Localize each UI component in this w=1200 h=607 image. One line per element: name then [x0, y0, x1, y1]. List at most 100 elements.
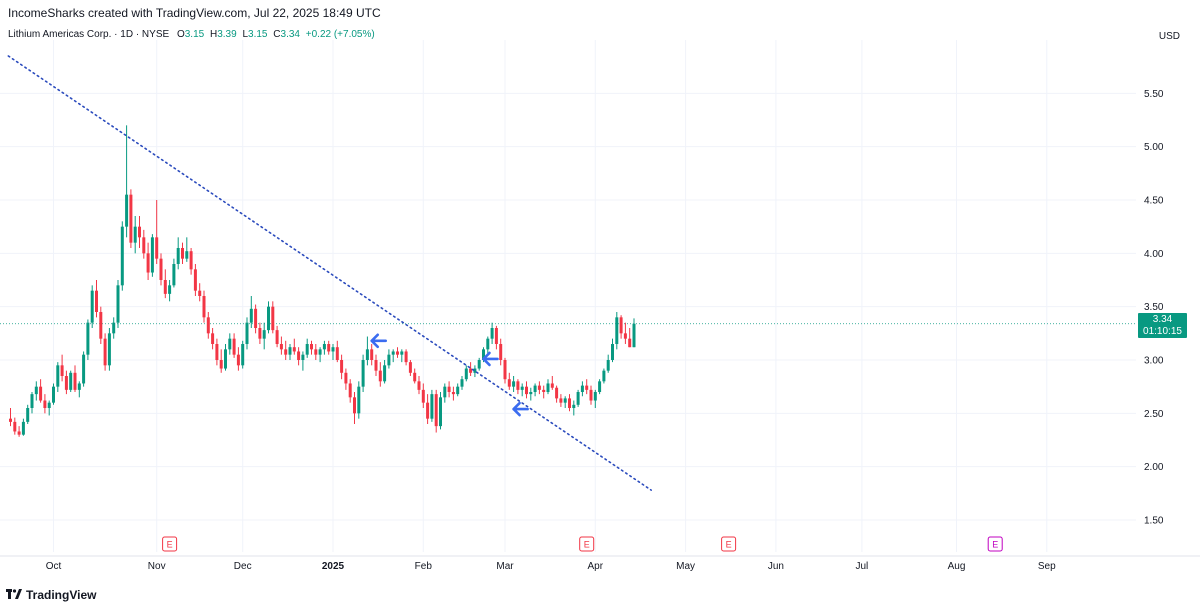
- candle-body: [52, 386, 55, 403]
- candle-body: [129, 194, 133, 243]
- tradingview-brand: TradingView: [6, 588, 96, 602]
- candle-body: [172, 264, 176, 286]
- candle-body: [421, 389, 425, 403]
- x-tick-label: May: [676, 561, 695, 572]
- candle-body: [271, 306, 275, 331]
- candle-body: [219, 360, 223, 369]
- candle-body: [279, 344, 283, 350]
- candle-body: [288, 347, 292, 355]
- candle-body: [464, 368, 468, 380]
- candle-body: [9, 418, 12, 422]
- candle-body: [340, 360, 344, 373]
- candle-body: [318, 349, 322, 355]
- arrow-left-icon: [482, 351, 499, 367]
- candle-body: [305, 344, 309, 355]
- x-tick-label: Jun: [768, 561, 784, 572]
- candle-body: [159, 258, 163, 280]
- x-tick-label: Feb: [415, 561, 433, 572]
- candle-body: [606, 360, 610, 371]
- x-tick-label: Sep: [1038, 561, 1056, 572]
- candle-body: [90, 290, 94, 323]
- candle-body: [490, 328, 494, 339]
- x-tick-label: Apr: [588, 561, 604, 572]
- candle-body: [120, 226, 124, 286]
- tradingview-wordmark: TradingView: [26, 588, 97, 602]
- candle-body: [314, 349, 318, 355]
- candle-body: [391, 351, 395, 355]
- candle-body: [146, 253, 150, 273]
- candle-body: [486, 338, 490, 350]
- candle-body: [30, 394, 34, 408]
- candle-body: [365, 349, 369, 360]
- candle-body: [327, 344, 331, 352]
- candle-body: [284, 349, 288, 355]
- tradingview-logo-icon: [6, 588, 22, 602]
- y-tick-label: 4.00: [1144, 249, 1164, 260]
- candle-body: [533, 385, 537, 392]
- candle-body: [404, 351, 408, 363]
- candle-body: [576, 392, 580, 405]
- candle-body: [623, 333, 627, 339]
- candle-body: [236, 354, 240, 366]
- y-tick-label: 4.50: [1144, 196, 1164, 207]
- candle-body: [73, 372, 77, 390]
- candle-body: [430, 394, 434, 419]
- candle-body: [335, 347, 339, 360]
- y-tick-label: 2.50: [1144, 409, 1164, 420]
- candle-body: [417, 381, 421, 390]
- candle-body: [301, 354, 305, 360]
- candle-body: [525, 386, 528, 395]
- candle-body: [77, 383, 81, 390]
- candle-body: [86, 322, 90, 355]
- candle-body: [572, 404, 576, 408]
- candle-body: [460, 379, 464, 387]
- y-tick-label: 1.50: [1144, 516, 1164, 527]
- candle-body: [529, 392, 533, 395]
- candle-body: [520, 386, 524, 390]
- candle-body: [224, 349, 227, 369]
- candle-body: [176, 248, 180, 264]
- candle-body: [39, 386, 43, 401]
- candle-body: [439, 397, 442, 427]
- candle-body: [103, 338, 107, 366]
- candle-body: [580, 385, 584, 392]
- candle-body: [125, 194, 129, 227]
- candle-body: [133, 226, 137, 243]
- candle-body: [150, 237, 154, 273]
- candle-body: [589, 389, 593, 401]
- y-tick-label: 2.00: [1144, 462, 1164, 473]
- price-chart[interactable]: 1.50 2.00 2.50 3.00 3.50 4.00 4.50 5.00 5.50 Oct N…: [0, 0, 1200, 607]
- candle-body: [47, 402, 51, 408]
- y-tick-label: 5.00: [1144, 142, 1164, 153]
- candle-body: [310, 344, 313, 350]
- candle-body: [593, 392, 597, 401]
- candle-body: [494, 328, 498, 344]
- candle-body: [99, 312, 103, 339]
- candle-body: [245, 322, 249, 344]
- candle-body: [499, 344, 503, 360]
- candle-body: [142, 237, 146, 254]
- candle-body: [615, 317, 619, 344]
- x-tick-label: Dec: [234, 561, 252, 572]
- candle-body: [628, 338, 632, 348]
- candle-body: [378, 370, 382, 382]
- candle-body: [292, 347, 296, 352]
- candle-body: [185, 251, 189, 259]
- candle-body: [370, 349, 374, 360]
- x-tick-label: Nov: [148, 561, 166, 572]
- candle-body: [82, 354, 86, 384]
- x-tick-label: Mar: [496, 561, 514, 572]
- candle-body: [138, 226, 141, 238]
- y-tick-label: 3.00: [1144, 356, 1164, 367]
- candle-body: [331, 347, 335, 352]
- x-tick-label: 2025: [322, 561, 345, 572]
- candle-body: [64, 376, 68, 390]
- candle-body: [348, 383, 352, 398]
- last-price-label: 3.34 01:10:15: [1138, 313, 1187, 338]
- candle-body: [116, 285, 120, 323]
- candle-body: [568, 398, 571, 408]
- candle-body: [56, 365, 60, 387]
- candle-body: [477, 360, 481, 369]
- candle-body: [267, 306, 270, 331]
- candle-body: [396, 351, 399, 355]
